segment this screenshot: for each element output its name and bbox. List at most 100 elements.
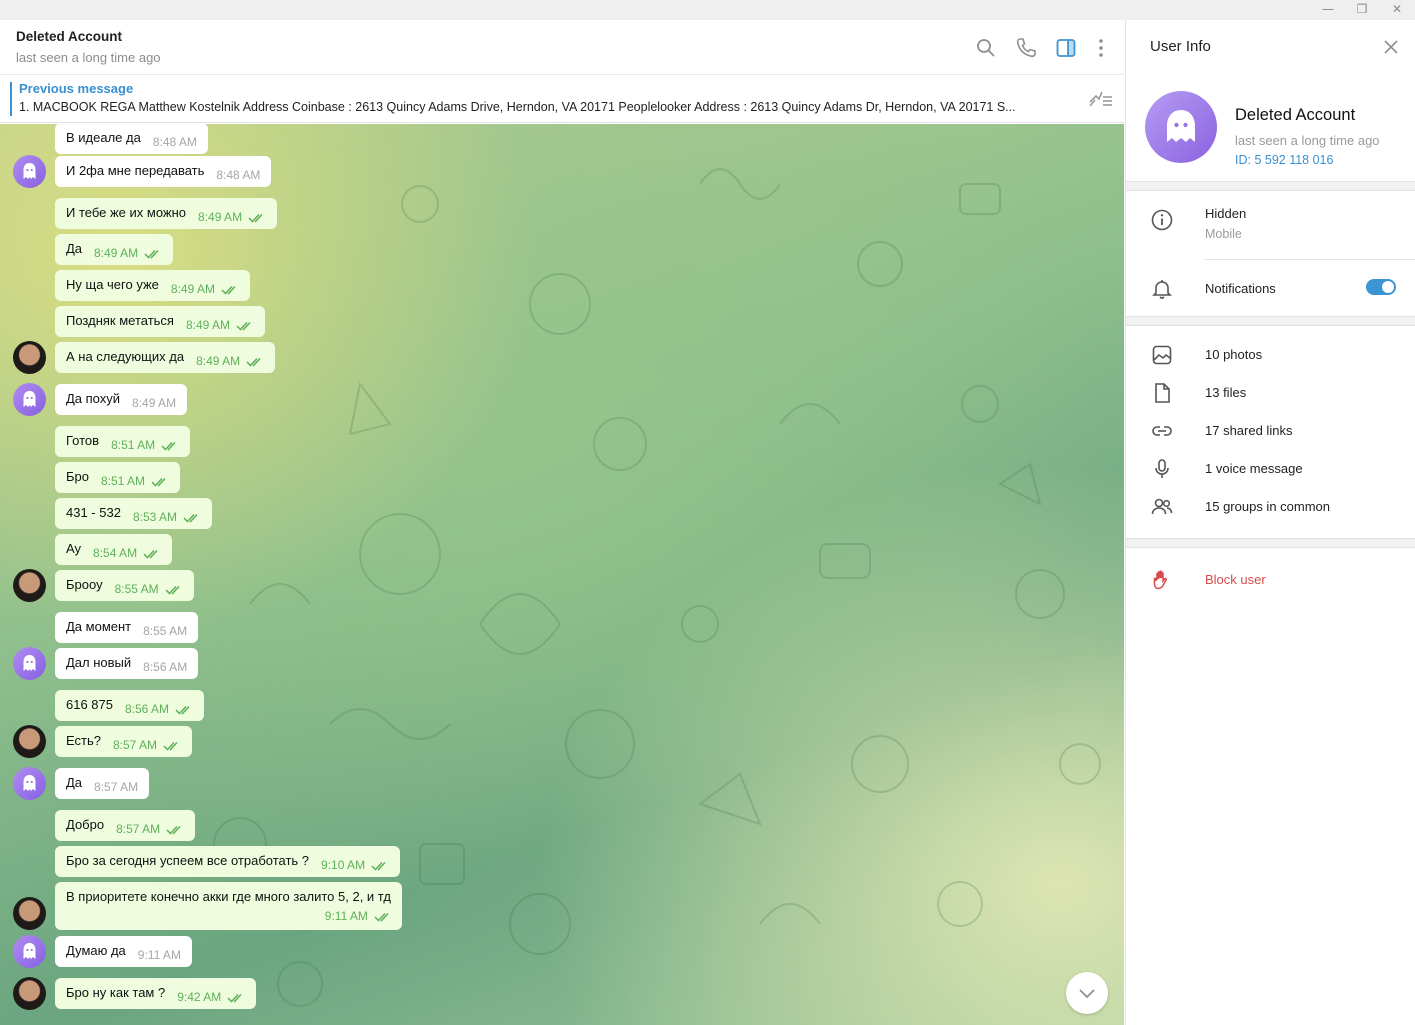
outgoing-message[interactable]: Есть? 8:57 AM <box>55 726 193 757</box>
minimize-button[interactable]: — <box>1311 0 1345 20</box>
message-meta: 8:56 AM <box>125 700 193 718</box>
info-icon <box>1151 209 1173 231</box>
media-photos[interactable]: 10 photos <box>1205 347 1262 362</box>
message-text: И тебе же их можно <box>66 205 187 220</box>
outgoing-message[interactable]: Бро за сегодня успеем все отработать ? 9:… <box>55 846 401 877</box>
chevron-down-icon <box>1079 989 1095 999</box>
message-time: 8:49 AM <box>132 396 177 410</box>
section-divider <box>1126 538 1415 548</box>
outgoing-message[interactable]: Ну ща чего уже 8:49 AM <box>55 270 250 301</box>
chat-message-area[interactable]: В идеале да 8:48 AM И 2фа мне передавать 8:… <box>0 124 1124 1025</box>
scroll-down-button[interactable] <box>1066 972 1108 1014</box>
message-time: 8:57 AM <box>112 738 158 752</box>
message-time: 9:42 AM <box>177 990 222 1004</box>
message-text: Да момент <box>66 619 132 634</box>
message-meta: 8:48 AM <box>216 166 260 184</box>
outgoing-message[interactable]: Поздняк метаться 8:49 AM <box>55 306 265 337</box>
deleted-account-avatar[interactable] <box>13 383 46 416</box>
profile-avatar[interactable] <box>1145 91 1217 163</box>
search-icon[interactable] <box>974 36 998 60</box>
message-meta: 8:48 AM <box>153 133 197 151</box>
message-time: 8:49 AM <box>94 246 139 260</box>
outgoing-message[interactable]: Бро 8:51 AM <box>55 462 181 493</box>
outgoing-message[interactable]: А на следующих да 8:49 AM <box>55 342 276 373</box>
message-text: В приоритете конечно акки где много зали… <box>66 889 391 904</box>
groups-icon <box>1151 498 1173 515</box>
outgoing-message[interactable]: Добро 8:57 AM <box>55 810 196 841</box>
chat-title[interactable]: Deleted Account <box>16 29 122 44</box>
window-titlebar: — ❐ ✕ <box>0 0 1415 20</box>
outgoing-message[interactable]: Брооу 8:55 AM <box>55 570 194 601</box>
incoming-message[interactable]: В идеале да 8:48 AM <box>55 124 208 154</box>
ghost-icon <box>23 391 36 407</box>
sidebar-toggle-icon[interactable] <box>1054 36 1078 60</box>
double-check-icon <box>183 513 198 523</box>
media-voice[interactable]: 1 voice message <box>1205 461 1303 476</box>
message-time: 8:49 AM <box>196 354 241 368</box>
outgoing-message[interactable]: Да 8:49 AM <box>55 234 174 265</box>
pinned-text: 1. MACBOOK REGA Matthew Kostelnik Addres… <box>19 100 1016 114</box>
message-time: 8:56 AM <box>143 660 188 674</box>
user-avatar[interactable] <box>13 725 46 758</box>
media-files[interactable]: 13 files <box>1205 385 1246 400</box>
row-divider <box>1205 259 1415 260</box>
double-check-icon <box>151 477 166 487</box>
outgoing-message[interactable]: 616 875 8:56 AM <box>55 690 205 721</box>
incoming-message[interactable]: Думаю да 9:11 AM <box>55 936 192 967</box>
message-meta: 8:51 AM <box>101 472 169 490</box>
deleted-account-avatar[interactable] <box>13 155 46 188</box>
message-time: 8:49 AM <box>198 210 243 224</box>
message-time: 8:54 AM <box>93 546 138 560</box>
message-meta: 8:53 AM <box>133 508 201 526</box>
user-avatar[interactable] <box>13 341 46 374</box>
outgoing-message[interactable]: Ау 8:54 AM <box>55 534 173 565</box>
message-meta: 9:11 AM <box>138 946 181 964</box>
incoming-message[interactable]: И 2фа мне передавать 8:48 AM <box>55 156 272 187</box>
outgoing-message[interactable]: Бро ну как там ? 9:42 AM <box>55 978 257 1009</box>
restore-button[interactable]: ❐ <box>1345 0 1379 20</box>
phone-icon[interactable] <box>1014 36 1038 60</box>
toggle-knob <box>1382 281 1394 293</box>
phone-type: Mobile <box>1205 227 1242 241</box>
incoming-message[interactable]: Да момент 8:55 AM <box>55 612 199 643</box>
user-avatar[interactable] <box>13 569 46 602</box>
deleted-account-avatar[interactable] <box>13 647 46 680</box>
media-groups[interactable]: 15 groups in common <box>1205 499 1330 514</box>
incoming-message[interactable]: Дал новый 8:56 AM <box>55 648 199 679</box>
deleted-account-avatar[interactable] <box>13 767 46 800</box>
bell-icon <box>1152 280 1172 299</box>
message-time: 8:48 AM <box>216 168 261 182</box>
message-text: Бро <box>66 469 89 484</box>
notifications-toggle[interactable] <box>1366 279 1396 295</box>
outgoing-message[interactable]: В приоритете конечно акки где много зали… <box>55 882 402 930</box>
message-meta: 8:49 AM <box>132 394 176 412</box>
phone-value[interactable]: Hidden <box>1205 206 1246 221</box>
window-close-button[interactable]: ✕ <box>1380 0 1414 20</box>
pinned-message-bar[interactable]: Previous message 1. MACBOOK REGA Matthew… <box>0 76 1124 123</box>
block-hand-icon <box>1153 570 1167 590</box>
message-text: А на следующих да <box>66 349 185 364</box>
outgoing-message[interactable]: 431 - 532 8:53 AM <box>55 498 212 529</box>
message-meta: 8:49 AM <box>196 352 264 370</box>
pinned-list-icon[interactable] <box>1086 88 1114 110</box>
message-time: 8:55 AM <box>143 624 188 638</box>
deleted-account-avatar[interactable] <box>13 935 46 968</box>
message-text: Добро <box>66 817 105 832</box>
block-user-button[interactable]: Block user <box>1205 572 1266 587</box>
user-avatar[interactable] <box>13 897 46 930</box>
profile-id[interactable]: ID: 5 592 118 016 <box>1235 153 1333 167</box>
outgoing-message[interactable]: И тебе же их можно 8:49 AM <box>55 198 278 229</box>
media-links[interactable]: 17 shared links <box>1205 423 1292 438</box>
message-text: Ау <box>66 541 82 556</box>
user-avatar[interactable] <box>13 977 46 1010</box>
incoming-message[interactable]: Да похуй 8:49 AM <box>55 384 188 415</box>
message-time: 8:56 AM <box>125 702 170 716</box>
double-check-icon <box>143 549 158 559</box>
incoming-message[interactable]: Да 8:57 AM <box>55 768 150 799</box>
more-vert-icon[interactable] <box>1089 36 1113 60</box>
message-time: 8:57 AM <box>94 780 139 794</box>
notifications-label: Notifications <box>1205 281 1276 296</box>
outgoing-message[interactable]: Готов 8:51 AM <box>55 426 191 457</box>
close-icon[interactable] <box>1382 38 1400 56</box>
user-info-title: User Info <box>1150 38 1211 55</box>
